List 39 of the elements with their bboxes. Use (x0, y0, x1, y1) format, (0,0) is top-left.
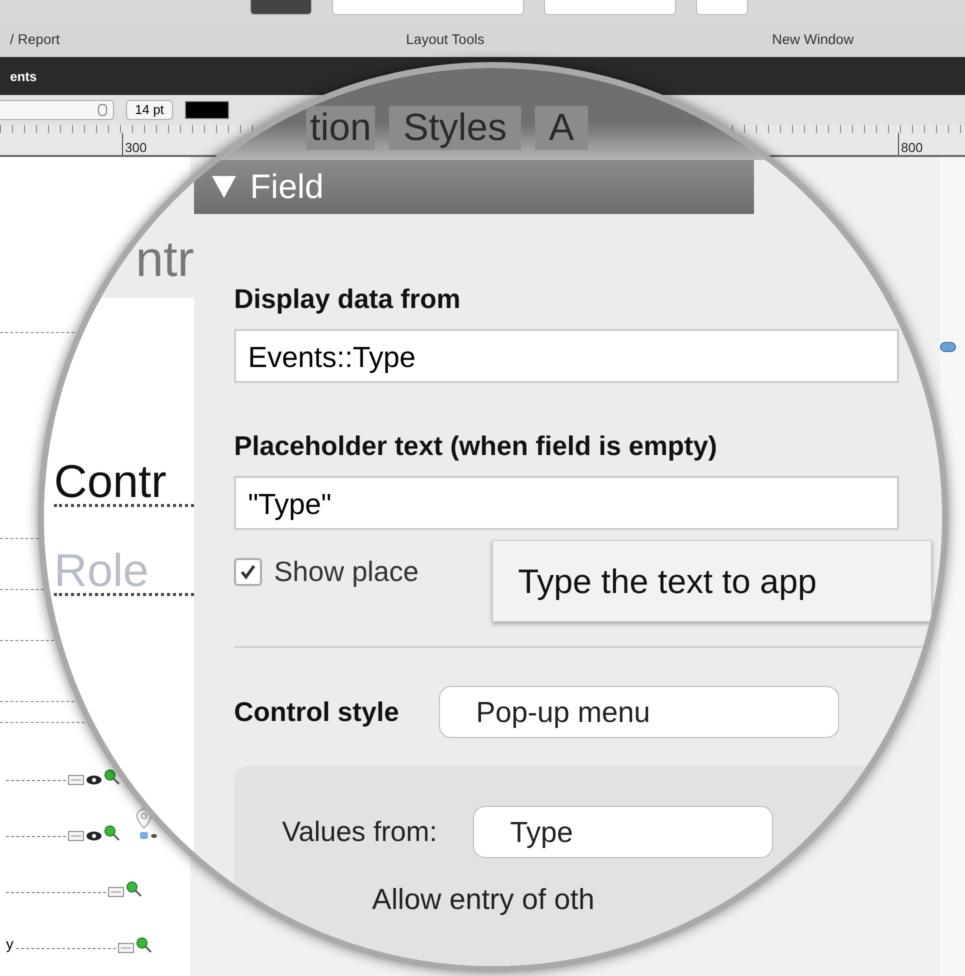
eye-icon (86, 775, 102, 785)
field-label: Values from: (282, 816, 438, 848)
field-label: Control style (234, 696, 400, 728)
placeholder-text-field[interactable]: "Type" (234, 476, 899, 530)
field-box-icon (108, 887, 124, 897)
values-from-dropdown[interactable]: Type (473, 806, 774, 858)
inspector-tab[interactable]: Styles (389, 106, 521, 150)
checkbox-label: Show place (274, 556, 419, 588)
zoom-icon (136, 937, 152, 953)
toolbar-label: / Report (10, 30, 61, 46)
toolbar-label: Layout Tools (406, 30, 486, 46)
font-size-dropdown[interactable]: 14 pt (126, 100, 173, 120)
zoom-icon (104, 825, 120, 841)
field-label: Placeholder text (when field is empty) (234, 431, 718, 462)
section-header[interactable]: Field (194, 160, 754, 214)
layout-title: ents (10, 68, 37, 84)
layout-text: ntr (136, 230, 194, 288)
text-color-swatch[interactable] (184, 101, 229, 119)
display-data-field[interactable]: Events::Type (234, 329, 899, 383)
inspector-tab[interactable]: A (534, 106, 588, 150)
section-title: Field (250, 168, 324, 206)
field-box-icon (118, 943, 134, 953)
toolbar-button[interactable] (250, 0, 312, 15)
field-box-icon (68, 775, 84, 785)
eye-icon (86, 831, 102, 841)
field-label: Display data from (234, 284, 462, 315)
tooltip: Type the text to app (492, 540, 932, 622)
toolbar-label: New Window (772, 30, 854, 46)
control-style-dropdown[interactable]: Pop-up menu (439, 686, 840, 738)
field-label: y (6, 936, 14, 953)
zoom-icon (104, 769, 120, 785)
field-box-icon (68, 831, 84, 841)
zoom-icon (126, 881, 142, 897)
checkbox[interactable] (234, 558, 262, 586)
disclosure-triangle-icon[interactable] (212, 176, 236, 198)
checkbox-label: Allow entry of oth (371, 884, 596, 917)
capsule-icon (940, 342, 956, 352)
checkmark-icon (238, 562, 258, 582)
inspector-tab[interactable]: tion (306, 106, 376, 150)
